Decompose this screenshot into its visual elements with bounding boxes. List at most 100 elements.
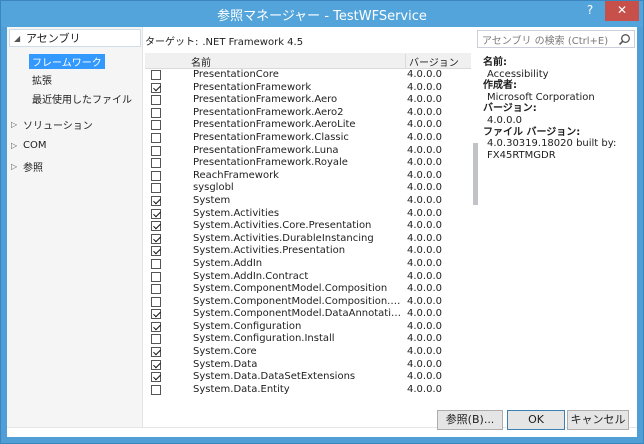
- detail-file-version-value: 4.0.30319.18020 built by:: [487, 138, 617, 150]
- details-pane: 名前: Accessibility 作成者: Microsoft Corpora…: [483, 57, 635, 161]
- assembly-checkbox[interactable]: [151, 334, 161, 345]
- list-header: 名前 バージョン: [145, 53, 471, 69]
- nav-item-label: 最近使用したファイル: [32, 95, 132, 106]
- navigation-pane: ◢ アセンブリ フレームワーク 拡張 最近使用したファイル ▷ ソリューション …: [7, 27, 143, 427]
- assembly-checkbox[interactable]: [151, 145, 161, 156]
- list-item[interactable]: System.ComponentModel.Composition 4.0.0.0: [145, 283, 471, 296]
- list-item[interactable]: PresentationFramework 4.0.0.0: [145, 82, 471, 95]
- detail-name-label: 名前:: [483, 57, 507, 68]
- assembly-name: PresentationCore: [193, 69, 279, 80]
- assembly-name: System.Activities: [193, 207, 280, 219]
- assembly-name: PresentationFramework.Luna: [193, 144, 339, 156]
- list-item[interactable]: PresentationFramework.AeroLite 4.0.0.0: [145, 119, 471, 132]
- nav-group-com[interactable]: ▷ COM: [11, 136, 46, 154]
- list-item[interactable]: System 4.0.0.0: [145, 195, 471, 208]
- list-item[interactable]: ReachFramework 4.0.0.0: [145, 170, 471, 183]
- nav-group-solution[interactable]: ▷ ソリューション: [11, 115, 93, 133]
- assembly-name: PresentationFramework.AeroLite: [193, 119, 356, 131]
- assembly-version: 4.0.0.0: [407, 270, 442, 282]
- list-item[interactable]: PresentationFramework.Royale 4.0.0.0: [145, 157, 471, 170]
- assembly-checkbox[interactable]: [151, 82, 161, 93]
- assembly-name: System.Activities.Core.Presentation: [193, 220, 372, 232]
- search-icon[interactable]: [618, 33, 631, 46]
- scroll-thumb[interactable]: [473, 143, 478, 205]
- nav-item-recent[interactable]: 最近使用したファイル: [29, 91, 135, 106]
- assembly-list[interactable]: 名前 バージョン PresentationCore 4.0.0.0 Presenta…: [145, 53, 471, 427]
- nav-group-browse[interactable]: ▷ 参照: [11, 157, 43, 175]
- assembly-version: 4.0.0.0: [407, 283, 442, 295]
- list-item[interactable]: System.AddIn 4.0.0.0: [145, 258, 471, 271]
- assembly-version: 4.0.0.0: [407, 333, 442, 345]
- browse-button[interactable]: 参照(B)...: [437, 410, 503, 430]
- assembly-checkbox[interactable]: [151, 170, 161, 181]
- assembly-checkbox[interactable]: [151, 221, 161, 232]
- assembly-name: System.Data.Entity: [193, 383, 290, 395]
- column-header-name[interactable]: 名前: [191, 54, 211, 69]
- assembly-version: 4.0.0.0: [407, 232, 442, 244]
- target-value: .NET Framework 4.5: [202, 37, 304, 48]
- assembly-version: 4.0.0.0: [407, 346, 442, 358]
- assembly-checkbox[interactable]: [151, 95, 161, 106]
- list-item[interactable]: PresentationFramework.Aero2 4.0.0.0: [145, 107, 471, 120]
- search-input[interactable]: アセンブリ の検索 (Ctrl+E): [477, 30, 635, 48]
- assembly-name: System.Configuration.Install: [193, 333, 335, 345]
- nav-item-extensions[interactable]: 拡張: [29, 72, 55, 87]
- assembly-checkbox[interactable]: [151, 208, 161, 219]
- list-item[interactable]: System.Configuration 4.0.0.0: [145, 321, 471, 334]
- target-label: ターゲット:: [145, 37, 199, 48]
- title-bar[interactable]: 参照マネージャー - TestWFService ? ✕: [1, 1, 643, 27]
- list-item[interactable]: System.AddIn.Contract 4.0.0.0: [145, 271, 471, 284]
- list-item[interactable]: System.Data 4.0.0.0: [145, 359, 471, 372]
- assembly-checkbox[interactable]: [151, 258, 161, 269]
- list-item[interactable]: PresentationFramework.Luna 4.0.0.0: [145, 145, 471, 158]
- nav-group-label: ソリューション: [23, 120, 93, 132]
- assembly-checkbox[interactable]: [151, 233, 161, 244]
- assembly-checkbox[interactable]: [151, 246, 161, 257]
- window-title: 参照マネージャー - TestWFService: [217, 9, 427, 24]
- assembly-checkbox[interactable]: [151, 309, 161, 320]
- list-item[interactable]: System.Activities 4.0.0.0: [145, 208, 471, 221]
- dialog-body: ◢ アセンブリ フレームワーク 拡張 最近使用したファイル ▷ ソリューション …: [7, 27, 637, 437]
- assembly-name: System.Configuration: [193, 320, 302, 332]
- assembly-checkbox[interactable]: [151, 132, 161, 143]
- target-framework: ターゲット: .NET Framework 4.5: [145, 33, 475, 49]
- assembly-checkbox[interactable]: [151, 321, 161, 332]
- assembly-checkbox[interactable]: [151, 384, 161, 395]
- assembly-checkbox[interactable]: [151, 107, 161, 118]
- assembly-checkbox[interactable]: [151, 296, 161, 307]
- assembly-version: 4.0.0.0: [407, 131, 442, 143]
- list-item[interactable]: PresentationFramework.Aero 4.0.0.0: [145, 94, 471, 107]
- list-item[interactable]: PresentationFramework.Classic 4.0.0.0: [145, 132, 471, 145]
- assembly-checkbox[interactable]: [151, 271, 161, 282]
- assembly-checkbox[interactable]: [151, 183, 161, 194]
- nav-group-assemblies[interactable]: ◢ アセンブリ: [9, 29, 141, 47]
- list-item[interactable]: System.Configuration.Install 4.0.0.0: [145, 333, 471, 346]
- cancel-button[interactable]: キャンセル: [567, 410, 629, 430]
- nav-item-framework[interactable]: フレームワーク: [29, 54, 105, 69]
- list-item[interactable]: sysglobl 4.0.0.0: [145, 182, 471, 195]
- list-item[interactable]: System.Activities.Presentation 4.0.0.0: [145, 245, 471, 258]
- assembly-checkbox[interactable]: [151, 195, 161, 206]
- list-item[interactable]: System.Data.Entity 4.0.0.0: [145, 384, 471, 397]
- assembly-checkbox[interactable]: [151, 284, 161, 295]
- help-button[interactable]: ?: [577, 1, 603, 21]
- assembly-version: 4.0.0.0: [407, 320, 442, 332]
- assembly-checkbox[interactable]: [151, 158, 161, 169]
- list-item[interactable]: System.Activities.DurableInstancing 4.0.0…: [145, 233, 471, 246]
- assembly-checkbox[interactable]: [151, 70, 161, 80]
- list-item[interactable]: System.Activities.Core.Presentation 4.0.0…: [145, 220, 471, 233]
- column-header-version[interactable]: バージョン: [405, 54, 459, 69]
- vertical-scrollbar[interactable]: [471, 53, 479, 427]
- close-button[interactable]: ✕: [605, 1, 639, 21]
- assembly-name: System.ComponentModel.DataAnnotations: [193, 308, 403, 320]
- assembly-checkbox[interactable]: [151, 372, 161, 383]
- assembly-checkbox[interactable]: [151, 120, 161, 131]
- list-item[interactable]: System.ComponentModel.DataAnnotations 4.0…: [145, 308, 471, 321]
- list-item[interactable]: System.Core 4.0.0.0: [145, 346, 471, 359]
- assembly-checkbox[interactable]: [151, 359, 161, 370]
- list-item[interactable]: System.ComponentModel.Composition.R… 4.0.…: [145, 296, 471, 309]
- assembly-checkbox[interactable]: [151, 347, 161, 358]
- list-item[interactable]: System.Data.DataSetExtensions 4.0.0.0: [145, 371, 471, 384]
- list-item[interactable]: PresentationCore 4.0.0.0: [145, 69, 471, 82]
- ok-button[interactable]: OK: [507, 410, 565, 430]
